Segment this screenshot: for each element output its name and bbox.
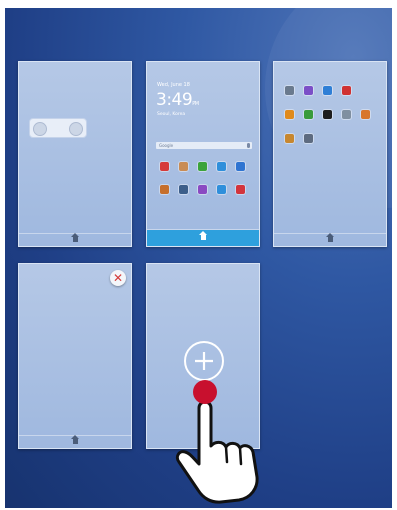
app-icon — [304, 134, 313, 143]
app-icon — [217, 185, 226, 194]
delete-screen-icon[interactable]: ✕ — [110, 270, 126, 286]
app-icon — [179, 162, 188, 171]
app-icon — [361, 110, 370, 119]
app-icon — [304, 110, 313, 119]
home-bar-active — [147, 229, 259, 246]
plus-icon — [195, 352, 213, 370]
home-bar — [19, 435, 131, 448]
touch-point-icon — [193, 380, 217, 404]
home-screen-thumbnail-2[interactable]: Wed, June 18 3:49PM Seoul, Korea Google — [146, 61, 260, 247]
home-screen-editor: Wed, June 18 3:49PM Seoul, Korea Google … — [5, 8, 392, 508]
app-icon — [285, 86, 294, 95]
app-icon — [236, 162, 245, 171]
app-icon — [217, 162, 226, 171]
clock-time: 3:49PM — [156, 90, 199, 110]
app-icon — [198, 162, 207, 171]
pointing-hand-icon — [175, 380, 259, 504]
app-icon — [179, 185, 188, 194]
mic-icon — [247, 143, 250, 148]
app-icon — [323, 86, 332, 95]
home-icon — [70, 233, 79, 243]
app-icon — [285, 110, 294, 119]
app-icon — [342, 86, 351, 95]
clock-location: Seoul, Korea — [157, 112, 186, 117]
app-icon — [160, 162, 169, 171]
home-bar — [274, 233, 386, 246]
app-icon — [198, 185, 207, 194]
app-icon — [236, 185, 245, 194]
home-icon — [325, 233, 334, 243]
home-bar — [19, 233, 131, 246]
home-screen-thumbnail-4[interactable]: ✕ — [18, 263, 132, 449]
home-icon — [198, 231, 207, 241]
dual-clock-widget — [29, 118, 87, 138]
app-icon — [304, 86, 313, 95]
google-search-bar: Google — [156, 142, 252, 149]
app-icon — [323, 110, 332, 119]
clock-date: Wed, June 18 — [157, 82, 190, 88]
home-screen-thumbnail-3[interactable] — [273, 61, 387, 247]
app-icon — [285, 134, 294, 143]
app-icon — [342, 110, 351, 119]
home-icon — [70, 435, 79, 445]
app-icon — [160, 185, 169, 194]
add-screen-button[interactable] — [184, 341, 224, 381]
home-screen-thumbnail-1[interactable] — [18, 61, 132, 247]
